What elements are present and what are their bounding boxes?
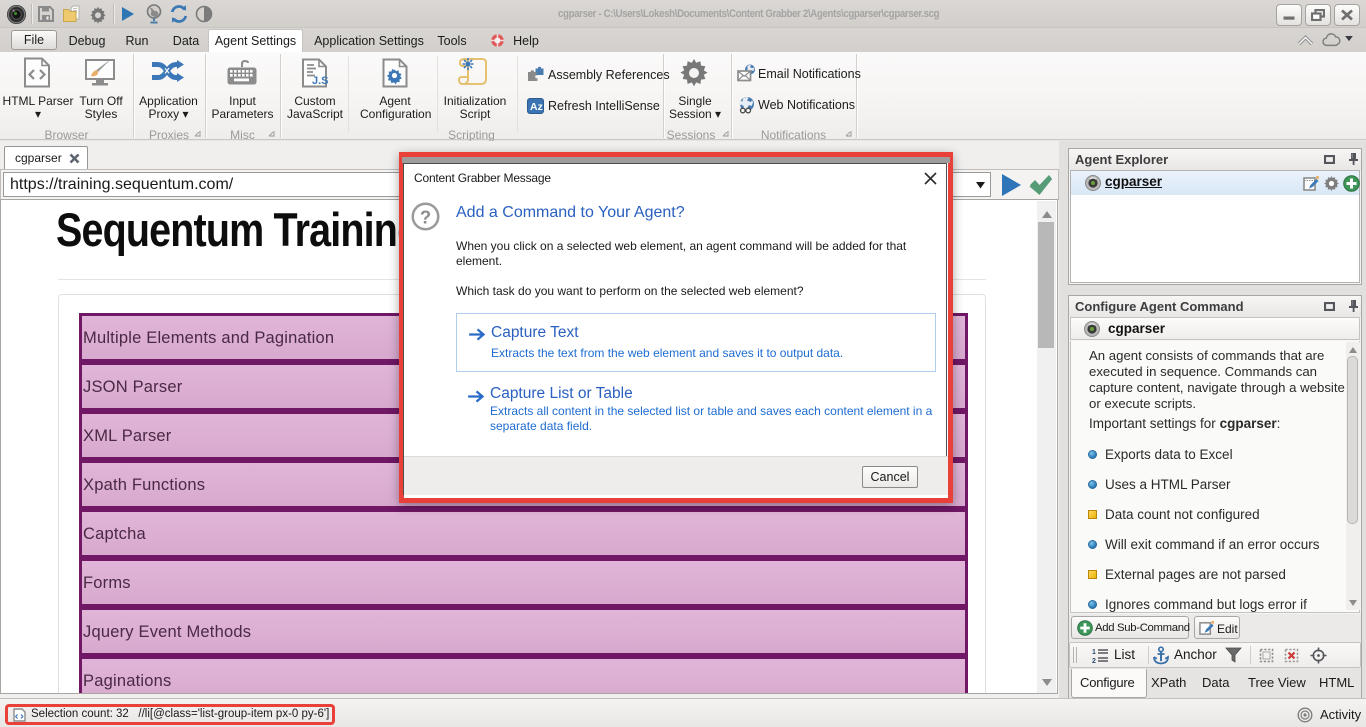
svg-text:Az: Az bbox=[530, 101, 543, 113]
svg-text:J.S: J.S bbox=[312, 75, 329, 87]
svg-text:1: 1 bbox=[1092, 649, 1096, 656]
svg-text:?: ? bbox=[420, 206, 431, 227]
svg-text:2: 2 bbox=[1092, 658, 1096, 664]
